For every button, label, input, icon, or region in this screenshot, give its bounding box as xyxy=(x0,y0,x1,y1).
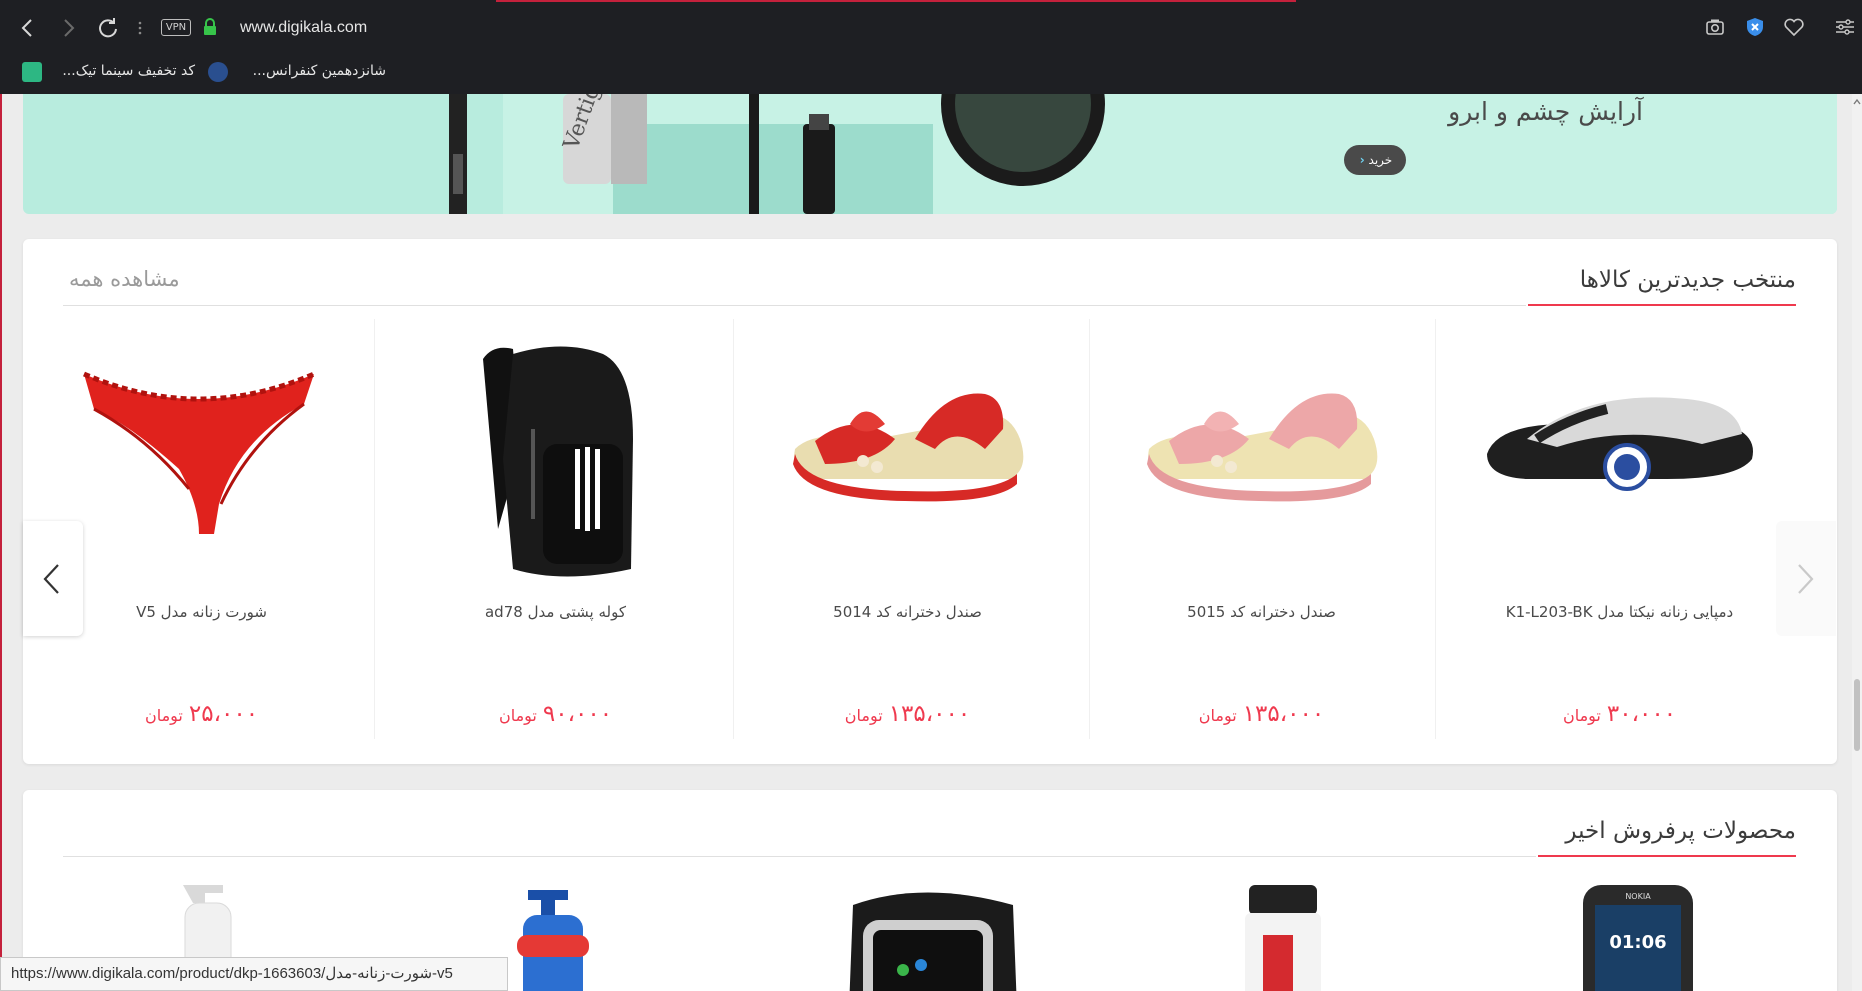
window-border xyxy=(0,94,2,991)
card-separator xyxy=(374,319,375,739)
product-card[interactable]: NOKIA 01:06 xyxy=(1523,885,1763,991)
product-card[interactable] xyxy=(1163,885,1403,991)
product-price: ۱۳۵،۰۰۰ تومان xyxy=(735,701,1080,727)
price-value: ۹۰،۰۰۰ xyxy=(542,701,613,727)
price-currency: تومان xyxy=(844,706,883,725)
product-image xyxy=(755,329,1060,579)
product-price: ۹۰،۰۰۰ تومان xyxy=(383,701,728,727)
card-separator xyxy=(1435,319,1436,739)
title-underline xyxy=(1528,304,1796,306)
price-value: ۱۳۵،۰۰۰ xyxy=(1242,701,1325,727)
menu-icon[interactable] xyxy=(1832,14,1858,40)
phone-clock: 01:06 xyxy=(1609,932,1666,953)
product-price: ۳۰،۰۰۰ تومان xyxy=(1447,701,1792,727)
page-content: Vertig آرایش چشم و ابرو خرید ‹ منتخب جدی… xyxy=(0,94,1862,991)
eye-makeup-banner[interactable]: Vertig آرایش چشم و ابرو خرید ‹ xyxy=(23,94,1837,214)
back-icon[interactable] xyxy=(12,12,44,44)
carousel-next-button[interactable] xyxy=(23,521,83,636)
shield-icon[interactable] xyxy=(1742,14,1768,40)
price-currency: تومان xyxy=(144,706,183,725)
section-divider xyxy=(63,856,1536,857)
product-card[interactable]: کوله پشتی مدل ad78 ۹۰،۰۰۰ تومان xyxy=(383,319,728,739)
forward-icon[interactable] xyxy=(52,12,84,44)
scrollbar-thumb[interactable] xyxy=(1854,679,1860,751)
product-image: NOKIA 01:06 xyxy=(1583,885,1693,991)
product-name: دمپایی زنانه نیکتا مدل K1-L203-BK xyxy=(1505,603,1734,621)
card-separator xyxy=(733,319,734,739)
chevron-left-icon xyxy=(43,564,59,594)
tab-accent-line xyxy=(496,0,1296,2)
price-currency: تومان xyxy=(1198,706,1237,725)
product-image xyxy=(49,329,354,579)
product-name: صندل دخترانه کد 5015 xyxy=(1187,603,1336,621)
product-card[interactable]: دمپایی زنانه نیکتا مدل K1-L203-BK ۳۰،۰۰۰… xyxy=(1447,319,1792,739)
browser-toolbar: VPN www.digikala.com کد تخفیف سینما تیک.… xyxy=(0,0,1862,94)
product-image xyxy=(1245,885,1321,991)
scroll-up-icon[interactable] xyxy=(1853,98,1861,106)
banner-title: آرایش چشم و ابرو xyxy=(1448,97,1643,126)
section-divider xyxy=(63,305,1526,306)
buy-label: خرید xyxy=(1368,153,1393,167)
section-title: محصولات پرفروش اخیر xyxy=(1565,818,1796,844)
bookmarks-bar: کد تخفیف سینما تیک... شانزدهمین کنفرانس.… xyxy=(0,56,1862,86)
price-currency: تومان xyxy=(1562,706,1601,725)
title-underline xyxy=(1538,855,1796,857)
price-value: ۲۵،۰۰۰ xyxy=(188,701,259,727)
product-name: کوله پشتی مدل ad78 xyxy=(484,603,626,621)
reload-icon[interactable] xyxy=(92,12,124,44)
product-image xyxy=(403,329,708,579)
product-card[interactable] xyxy=(803,885,1043,991)
page-scrollbar[interactable] xyxy=(1852,94,1862,991)
bookmark-item[interactable]: کد تخفیف سینما تیک... xyxy=(55,58,195,84)
lock-icon[interactable] xyxy=(203,18,217,36)
address-bar[interactable]: www.digikala.com xyxy=(240,14,1640,42)
section-title: منتخب جدیدترین کالاها xyxy=(1579,267,1796,293)
product-image xyxy=(1467,329,1772,579)
carousel-prev-button[interactable] xyxy=(1776,521,1836,636)
phone-brand: NOKIA xyxy=(1625,892,1651,901)
banner-buy-button[interactable]: خرید ‹ xyxy=(1344,145,1406,175)
product-image xyxy=(849,892,1017,991)
product-name: صندل دخترانه کد 5014 xyxy=(833,603,982,621)
price-value: ۱۳۵،۰۰۰ xyxy=(888,701,971,727)
chevron-right-icon xyxy=(1798,564,1814,594)
tik-bookmark-icon xyxy=(22,62,42,82)
product-card[interactable]: صندل دخترانه کد 5015 ۱۳۵،۰۰۰ تومان xyxy=(1089,319,1434,739)
heart-icon[interactable] xyxy=(1781,14,1807,40)
makeup-products-image: Vertig xyxy=(449,94,1105,214)
see-all-link[interactable]: مشاهده همه xyxy=(69,267,180,291)
newest-products-section: منتخب جدیدترین کالاها مشاهده همه شورت زن… xyxy=(23,239,1837,764)
product-card[interactable]: صندل دخترانه کد 5014 ۱۳۵،۰۰۰ تومان xyxy=(735,319,1080,739)
product-price: ۲۵،۰۰۰ تومان xyxy=(29,701,374,727)
price-value: ۳۰،۰۰۰ xyxy=(1606,701,1677,727)
bookmark-item[interactable]: شانزدهمین کنفرانس... xyxy=(246,58,386,84)
conference-bookmark-icon xyxy=(208,62,228,82)
product-image xyxy=(1109,329,1414,579)
camera-icon[interactable] xyxy=(1702,14,1728,40)
link-status-bar: https://www.digikala.com/product/dkp-166… xyxy=(0,957,508,991)
price-currency: تومان xyxy=(498,706,537,725)
product-price: ۱۳۵،۰۰۰ تومان xyxy=(1089,701,1434,727)
chevron-left-icon: ‹ xyxy=(1359,153,1365,167)
more-icon[interactable] xyxy=(124,12,156,44)
vpn-badge[interactable]: VPN xyxy=(161,19,191,36)
